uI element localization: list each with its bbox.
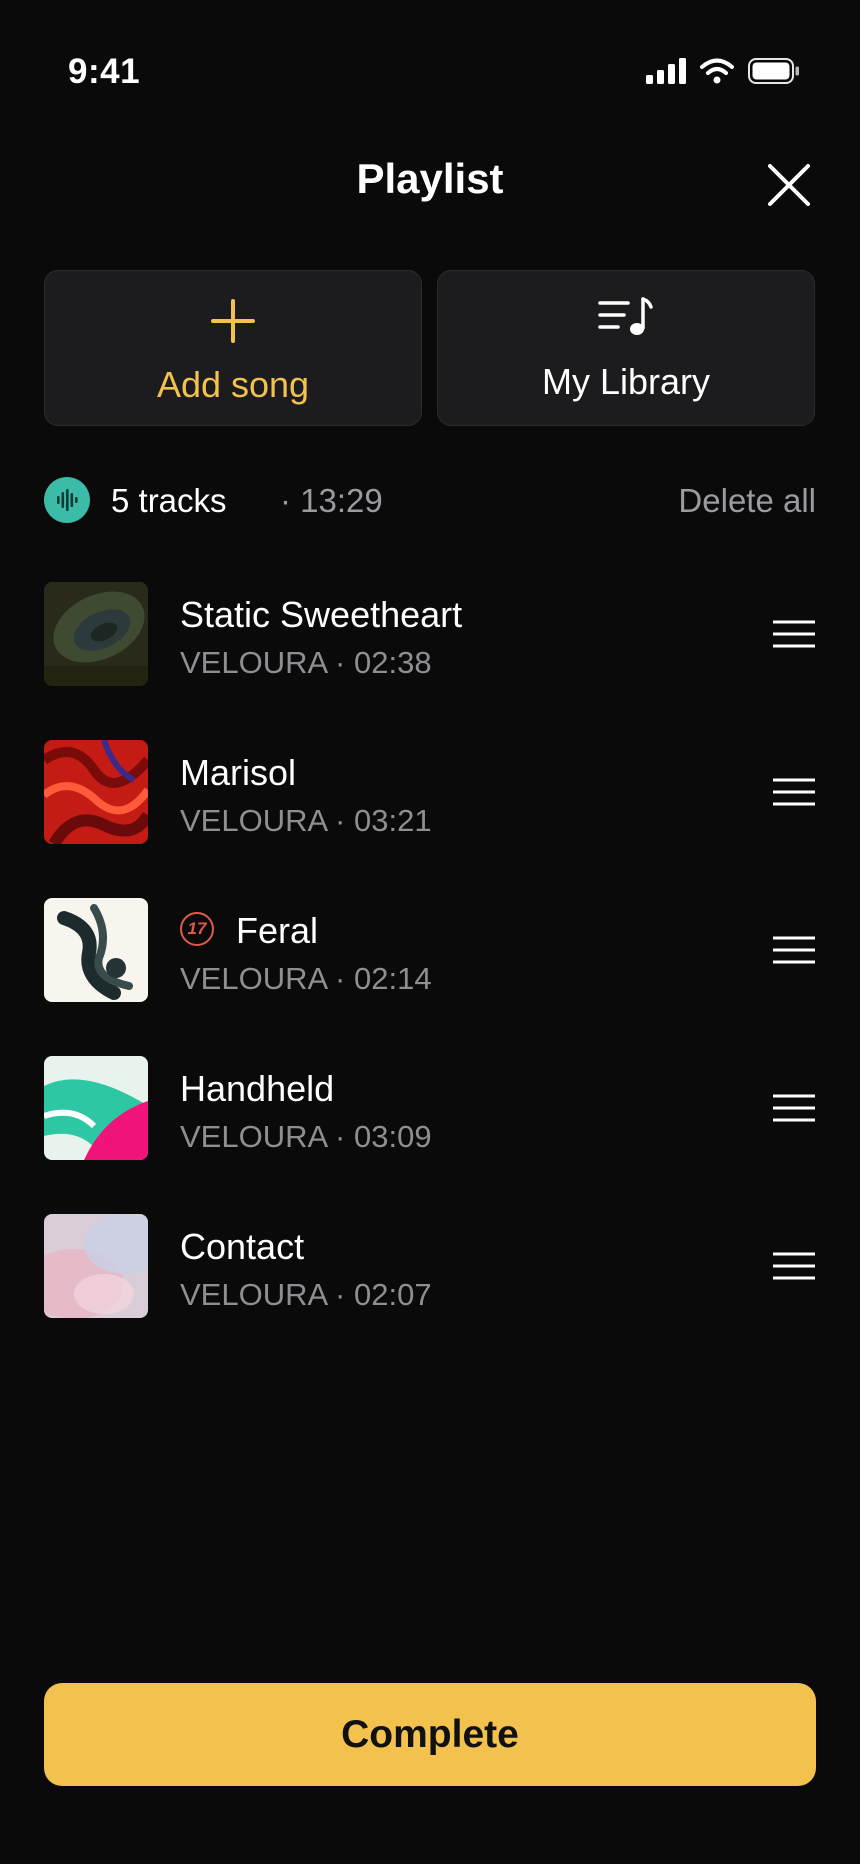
drag-handle-icon[interactable] (772, 934, 816, 966)
playlist-summary: 5 tracks · 13:29 Delete all (44, 474, 816, 526)
track-title: Feral (236, 910, 319, 951)
age-rating-badge: 17 (180, 912, 214, 946)
signal-icon (646, 58, 686, 84)
album-cover (44, 1214, 148, 1318)
album-cover (44, 740, 148, 844)
track-row[interactable]: 17 Feral VELOURA · 02:14 (44, 898, 816, 1002)
album-cover (44, 1056, 148, 1160)
music-list-icon (598, 297, 653, 335)
plus-icon (211, 299, 255, 343)
track-title: Handheld (180, 1068, 335, 1109)
track-row[interactable]: Static Sweetheart VELOURA · 02:38 (44, 582, 816, 686)
drag-handle-icon[interactable] (772, 1250, 816, 1282)
drag-handle-icon[interactable] (772, 1092, 816, 1124)
track-artist-duration: VELOURA · 02:14 (180, 961, 432, 996)
track-title: Marisol (180, 752, 297, 793)
my-library-label: My Library (541, 361, 711, 402)
total-duration: · 13:29 (280, 482, 383, 519)
track-title: Contact (180, 1226, 305, 1267)
battery-icon (748, 58, 799, 84)
tracks-count: 5 tracks (111, 482, 227, 519)
track-artist-duration: VELOURA · 02:38 (180, 645, 432, 680)
track-title: Static Sweetheart (180, 594, 463, 635)
complete-button[interactable]: Complete (44, 1683, 816, 1786)
status-time: 9:41 (68, 52, 141, 91)
page-title: Playlist (356, 155, 504, 202)
album-cover (44, 582, 148, 686)
add-song-label: Add song (156, 364, 310, 405)
track-row[interactable]: Contact VELOURA · 02:07 (44, 1214, 816, 1318)
track-artist-duration: VELOURA · 02:07 (180, 1277, 432, 1312)
track-artist-duration: VELOURA · 03:21 (180, 803, 432, 838)
drag-handle-icon[interactable] (772, 776, 816, 808)
wifi-icon (700, 58, 734, 84)
track-row[interactable]: Marisol VELOURA · 03:21 (44, 740, 816, 844)
drag-handle-icon[interactable] (772, 618, 816, 650)
status-bar: 9:41 (0, 0, 860, 150)
album-cover (44, 898, 148, 1002)
waveform-icon (44, 477, 90, 523)
track-artist-duration: VELOURA · 03:09 (180, 1119, 432, 1154)
close-button[interactable] (762, 158, 816, 212)
track-row[interactable]: Handheld VELOURA · 03:09 (44, 1056, 816, 1160)
status-icons (646, 58, 800, 84)
close-icon (768, 164, 810, 206)
my-library-button[interactable]: My Library (437, 270, 815, 426)
add-song-button[interactable]: Add song (44, 270, 422, 426)
delete-all-button[interactable]: Delete all (678, 482, 816, 520)
